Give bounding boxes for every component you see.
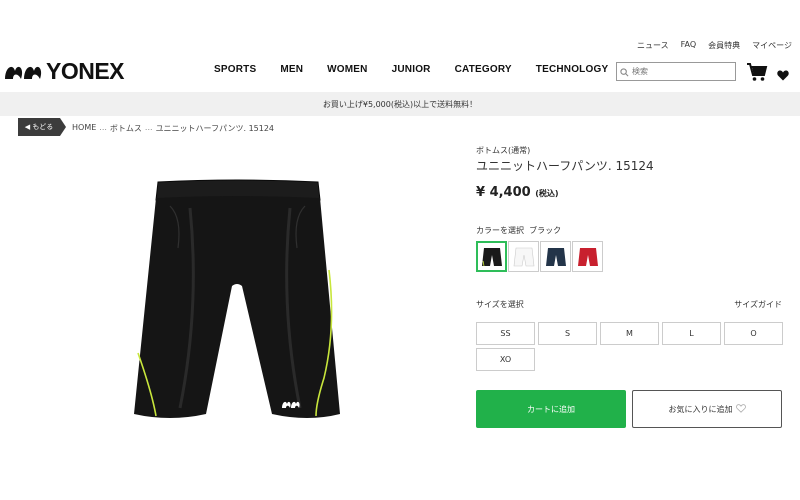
brand-logo[interactable]: YONEX (4, 57, 125, 84)
heart-outline-icon (735, 403, 746, 415)
size-option-m[interactable]: M (600, 322, 659, 345)
size-option-l[interactable]: L (662, 322, 721, 345)
breadcrumb: HOME ... ボトムス ... ユニニットハーフパンツ. 15124 (72, 123, 274, 134)
utility-link-member-benefits[interactable]: 会員特典 (708, 40, 740, 51)
size-guide-link[interactable]: サイズガイド (734, 299, 782, 310)
size-option-s[interactable]: S (538, 322, 597, 345)
size-options: SS S M L O XO (476, 322, 786, 371)
size-select-label: サイズを選択 (476, 300, 524, 309)
utility-link-news[interactable]: ニュース (637, 40, 669, 51)
product-price: ¥ 4,400 (税込) (476, 185, 559, 200)
main-nav: SPORTS MEN WOMEN JUNIOR CATEGORY TECHNOL… (214, 64, 632, 75)
product-category: ボトムス(通常) (476, 146, 531, 155)
breadcrumb-current: ユニニットハーフパンツ. 15124 (155, 124, 275, 133)
search-input[interactable] (632, 67, 732, 76)
back-button[interactable]: ◀ もどる (18, 118, 66, 136)
add-to-favorites-label: お気に入りに追加 (668, 404, 733, 414)
free-shipping-banner: お買い上げ¥5,000(税込)以上で送料無料！ (0, 92, 800, 116)
utility-links: ニュース FAQ 会員特典 マイページ (637, 40, 792, 51)
utility-link-mypage[interactable]: マイページ (752, 40, 792, 51)
utility-link-faq[interactable]: FAQ (681, 40, 697, 51)
breadcrumb-separator: ... (99, 123, 107, 132)
color-swatch-navy[interactable] (540, 241, 571, 272)
brand-logo-text: YONEX (46, 57, 125, 84)
selected-color-name: ブラック (529, 226, 562, 235)
cart-icon[interactable] (746, 62, 768, 86)
nav-item-junior[interactable]: JUNIOR (392, 64, 431, 75)
nav-item-women[interactable]: WOMEN (327, 64, 367, 75)
price-value: ¥ 4,400 (476, 185, 531, 200)
heart-icon[interactable] (777, 66, 789, 85)
search-box (616, 62, 736, 81)
nav-item-category[interactable]: CATEGORY (455, 64, 512, 75)
add-to-cart-button[interactable]: カートに追加 (476, 390, 626, 428)
color-select-label: カラーを選択 ブラック (476, 225, 561, 236)
color-label-text: カラーを選択 (476, 226, 524, 235)
breadcrumb-separator: ... (144, 123, 153, 132)
product-image[interactable] (130, 178, 344, 428)
price-tax-label: (税込) (535, 189, 559, 198)
search-icon (620, 62, 629, 81)
nav-item-sports[interactable]: SPORTS (214, 64, 256, 75)
size-option-o[interactable]: O (724, 322, 783, 345)
color-swatch-black[interactable] (476, 241, 507, 272)
color-swatch-white[interactable] (508, 241, 539, 272)
nav-item-technology[interactable]: TECHNOLOGY (536, 64, 609, 75)
color-swatches (476, 241, 603, 272)
color-swatch-red[interactable] (572, 241, 603, 272)
size-option-ss[interactable]: SS (476, 322, 535, 345)
yonex-logo-icon (4, 61, 42, 81)
nav-item-men[interactable]: MEN (280, 64, 303, 75)
product-title: ユニニットハーフパンツ. 15124 (476, 159, 654, 173)
breadcrumb-bottoms[interactable]: ボトムス (110, 123, 142, 134)
add-to-favorites-button[interactable]: お気に入りに追加 (632, 390, 782, 428)
size-option-xo[interactable]: XO (476, 348, 535, 371)
breadcrumb-home[interactable]: HOME (72, 123, 96, 134)
